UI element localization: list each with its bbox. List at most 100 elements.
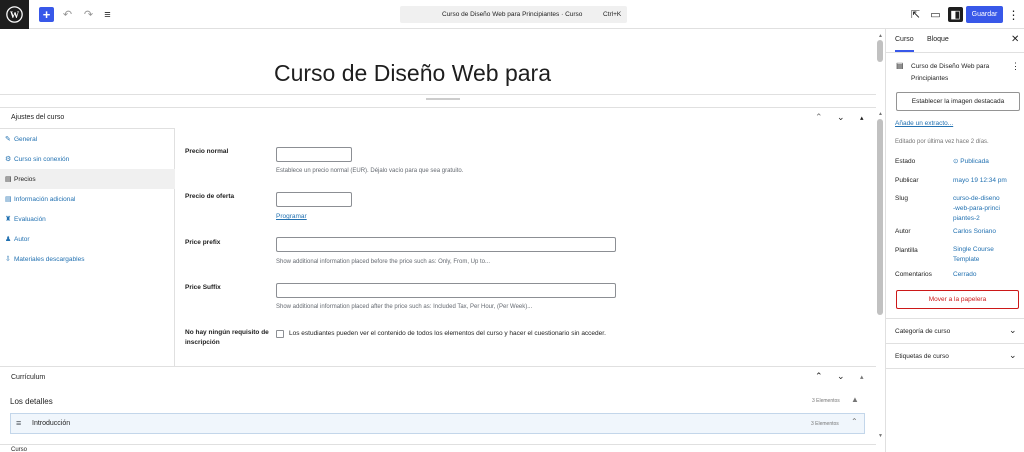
wrench-icon: ✎ bbox=[5, 136, 11, 143]
collapse-icon[interactable]: ▴ bbox=[860, 114, 864, 122]
doc-more-icon[interactable]: ⋮ bbox=[1011, 61, 1020, 72]
curriculum-section[interactable]: ≡ Introducción 3 Elementos ⌃ bbox=[10, 413, 865, 434]
download-icon: ⇩ bbox=[5, 256, 11, 263]
regular-price-label: Precio normal bbox=[185, 148, 229, 155]
move-up-icon[interactable]: ⌃ bbox=[815, 371, 823, 382]
scroll-down-icon[interactable]: ▼ bbox=[878, 433, 883, 439]
divider bbox=[886, 52, 1024, 53]
tab-offline[interactable]: ⚙ Curso sin conexión bbox=[0, 149, 175, 169]
details-toggle-icon[interactable]: ▲ bbox=[851, 395, 859, 404]
tab-general[interactable]: ✎ General bbox=[0, 129, 175, 149]
wordpress-icon: W bbox=[6, 6, 23, 23]
section-toggle-icon[interactable]: ⌃ bbox=[851, 417, 858, 426]
regular-price-input[interactable] bbox=[276, 147, 352, 162]
wordpress-logo-button[interactable]: W bbox=[0, 0, 29, 29]
tab-label: Información adicional bbox=[14, 195, 76, 203]
sale-price-input[interactable] bbox=[276, 192, 352, 207]
divider bbox=[886, 343, 1024, 344]
panel-course-tags[interactable]: Etiquetas de curso bbox=[895, 353, 949, 360]
price-prefix-input[interactable] bbox=[276, 237, 616, 252]
publish-value[interactable]: mayo 19 12:34 pm bbox=[953, 176, 1015, 186]
undo-icon[interactable]: ↶ bbox=[60, 7, 75, 22]
editor-toolbar: W + ↶ ↷ ≡ Curso de Diseño Web para Princ… bbox=[0, 0, 1024, 29]
tab-label: Materiales descargables bbox=[14, 255, 85, 263]
collapse-icon[interactable]: ▴ bbox=[860, 373, 864, 381]
status-value[interactable]: ⊙ Publicada bbox=[953, 157, 1015, 167]
template-value[interactable]: Single Course Template bbox=[953, 245, 1001, 265]
schedule-link[interactable]: Programar bbox=[276, 213, 307, 220]
add-excerpt-link[interactable]: Añade un extracto... bbox=[895, 120, 953, 127]
regular-price-desc: Establece un precio normal (EUR). Déjalo… bbox=[276, 168, 464, 174]
tab-prices[interactable]: ▤ Precios bbox=[0, 169, 175, 189]
resize-handle[interactable] bbox=[426, 98, 460, 100]
command-palette[interactable]: Curso de Diseño Web para Principiantes ·… bbox=[400, 6, 627, 23]
details-title: Los detalles bbox=[10, 397, 53, 406]
section-count: 3 Elementos bbox=[811, 421, 839, 427]
tab-post[interactable]: Curso bbox=[895, 36, 914, 52]
scroll-thumb-main[interactable] bbox=[877, 119, 883, 315]
options-more-icon[interactable]: ⋮ bbox=[1006, 7, 1021, 22]
section-name: Introducción bbox=[32, 420, 71, 427]
scroll-thumb-top[interactable] bbox=[877, 40, 883, 62]
view-post-icon[interactable]: ⇱ bbox=[908, 7, 923, 22]
scroll-up-icon[interactable]: ▲ bbox=[878, 111, 883, 117]
featured-image-button[interactable]: Establecer la imagen destacada bbox=[896, 92, 1020, 111]
chevron-down-icon[interactable]: ⌄ bbox=[1009, 325, 1017, 336]
document-overview-icon[interactable]: ≡ bbox=[100, 7, 115, 22]
chevron-down-icon[interactable]: ⌄ bbox=[1009, 350, 1017, 361]
price-prefix-label: Price prefix bbox=[185, 239, 221, 246]
price-suffix-desc: Show additional information placed after… bbox=[276, 304, 533, 310]
post-title[interactable]: Curso de Diseño Web para bbox=[274, 60, 551, 87]
scroll-up-icon[interactable]: ▲ bbox=[878, 33, 883, 39]
slug-label: Slug bbox=[895, 195, 909, 202]
tab-evaluation[interactable]: ♜ Evaluación bbox=[0, 209, 175, 229]
redo-icon[interactable]: ↷ bbox=[81, 7, 96, 22]
author-value[interactable]: Carlos Soriano bbox=[953, 227, 1015, 237]
panel-course-category[interactable]: Categoría de curso bbox=[895, 328, 950, 335]
metabox-heading: Ajustes del curso bbox=[11, 114, 65, 121]
sidebar-doc-title: Curso de Diseño Web para Principiantes bbox=[911, 63, 990, 82]
cart-icon: ▤ bbox=[5, 176, 12, 183]
command-shortcut: Ctrl+K bbox=[603, 11, 622, 18]
move-up-icon[interactable]: ⌃ bbox=[815, 112, 823, 123]
slug-value[interactable]: curso-de-diseno-web-para-principiantes-2 bbox=[953, 194, 1001, 224]
divider bbox=[886, 368, 1024, 369]
save-button[interactable]: Guardar bbox=[966, 6, 1003, 23]
template-label: Plantilla bbox=[895, 247, 918, 254]
sale-price-label: Precio de oferta bbox=[185, 193, 235, 200]
tab-label: Curso sin conexión bbox=[14, 155, 70, 163]
tab-downloads[interactable]: ⇩ Materiales descargables bbox=[0, 249, 175, 269]
price-prefix-desc: Show additional information placed befor… bbox=[276, 259, 490, 265]
no-requirement-label-2: inscripción bbox=[185, 339, 220, 346]
close-icon[interactable]: ✕ bbox=[1011, 34, 1019, 45]
settings-tabs: ✎ General ⚙ Curso sin conexión ▤ Precios ▤ I… bbox=[0, 128, 175, 366]
tab-label: Autor bbox=[14, 235, 30, 243]
tab-additional-info[interactable]: ▤ Información adicional bbox=[0, 189, 175, 209]
status-text: Publicada bbox=[960, 158, 989, 165]
author-label: Autor bbox=[895, 228, 911, 235]
no-requirement-desc: Los estudiantes pueden ver el contenido … bbox=[289, 330, 606, 337]
comments-value[interactable]: Cerrado bbox=[953, 270, 1015, 280]
list-icon: ▤ bbox=[5, 196, 12, 203]
move-to-trash-button[interactable]: Mover a la papelera bbox=[896, 290, 1019, 309]
settings-sidebar: Curso Bloque ✕ ▤ Curso de Diseño Web par… bbox=[885, 29, 1024, 452]
tab-block[interactable]: Bloque bbox=[927, 36, 949, 43]
last-edited-text: Editado por última vez hace 2 días. bbox=[895, 139, 989, 145]
preview-icon[interactable]: ▭ bbox=[928, 7, 943, 22]
tab-author[interactable]: ♟ Autor bbox=[0, 229, 175, 249]
curriculum-metabox: Currículum ⌃ ⌄ ▴ Los detalles 3 Elemento… bbox=[0, 366, 876, 452]
divider bbox=[886, 318, 1024, 319]
move-down-icon[interactable]: ⌄ bbox=[837, 112, 845, 123]
move-down-icon[interactable]: ⌄ bbox=[837, 371, 845, 382]
drag-handle-icon[interactable]: ≡ bbox=[16, 418, 21, 428]
publish-label: Publicar bbox=[895, 177, 919, 184]
no-requirement-checkbox[interactable] bbox=[276, 330, 284, 338]
tab-label: Precios bbox=[14, 175, 36, 183]
add-block-button[interactable]: + bbox=[39, 7, 54, 22]
plugin-icon: ⚙ bbox=[5, 156, 12, 163]
course-settings-metabox: Ajustes del curso ⌃ ⌄ ▴ ✎ General ⚙ Curso … bbox=[0, 107, 876, 366]
no-requirement-label: No hay ningún requisito de bbox=[185, 329, 269, 336]
price-suffix-input[interactable] bbox=[276, 283, 616, 298]
svg-text:W: W bbox=[10, 11, 20, 21]
settings-panel-icon[interactable]: ◧ bbox=[948, 7, 963, 22]
